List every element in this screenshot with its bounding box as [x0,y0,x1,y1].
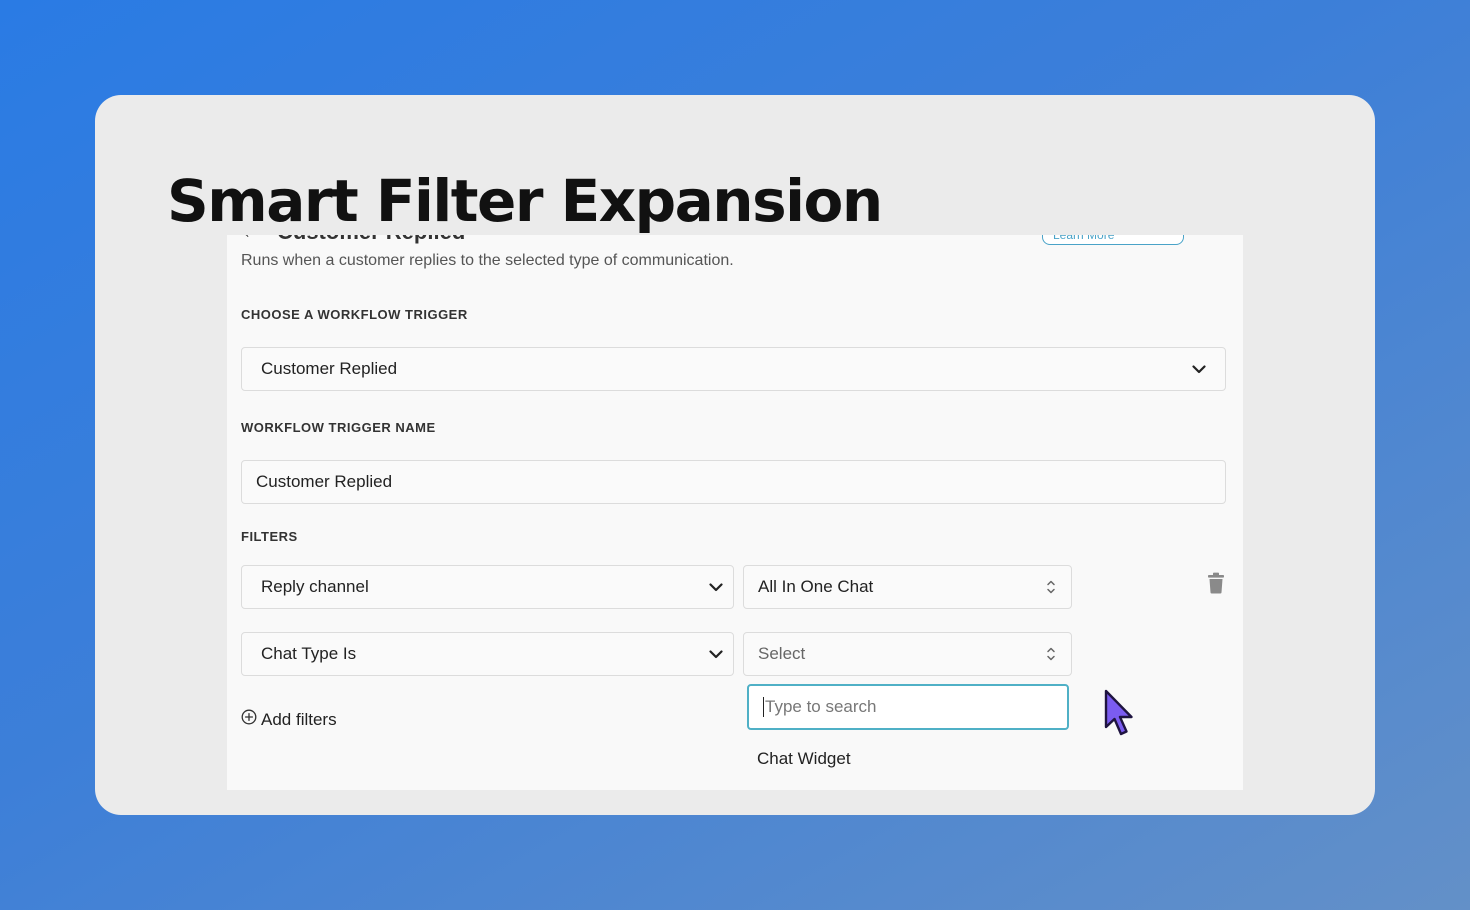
up-down-arrows-icon [1031,579,1071,595]
panel-header: ← Customer Replied Learn More × [227,235,1243,245]
chevron-down-icon [1173,364,1225,374]
dropdown-search[interactable] [747,684,1069,730]
add-filters-label: Add filters [261,709,337,729]
hero-card: Smart Filter Expansion ← Customer Replie… [95,95,1375,815]
hero-title: Smart Filter Expansion [167,167,883,235]
trigger-select[interactable]: Customer Replied [241,347,1226,391]
mouse-pointer-icon [1103,688,1135,745]
up-down-arrows-icon [1031,646,1071,662]
workflow-trigger-panel: ← Customer Replied Learn More × Runs whe… [227,235,1243,790]
search-input[interactable] [765,697,1055,717]
back-arrow-icon[interactable]: ← [241,235,261,244]
filter-value-select-reply-channel[interactable]: All In One Chat [743,565,1072,609]
add-filters-button[interactable]: Add filters [241,709,337,730]
filter-value: Select [758,644,806,663]
filter-value-select-chat-type[interactable]: Select [743,632,1072,676]
trash-icon[interactable] [1206,572,1226,599]
panel-title: Customer Replied [277,235,465,245]
panel-subtitle: Runs when a customer replies to the sele… [241,252,734,269]
trigger-label: CHOOSE A WORKFLOW TRIGGER [241,307,468,322]
text-caret [763,697,764,717]
close-icon[interactable]: × [1203,235,1212,241]
filter-field-value: Chat Type Is [261,644,357,663]
trigger-name-label: WORKFLOW TRIGGER NAME [241,420,436,435]
learn-more-button[interactable]: Learn More [1042,235,1184,245]
filters-label: FILTERS [241,529,298,544]
chevron-down-icon [699,649,733,659]
filter-value: All In One Chat [758,577,874,596]
filter-field-value: Reply channel [261,577,369,596]
filter-field-select-chat-type[interactable]: Chat Type Is [241,632,734,676]
filter-field-select-reply-channel[interactable]: Reply channel [241,565,734,609]
plus-circle-icon [241,709,257,730]
dropdown-option-chat-widget[interactable]: Chat Widget [757,749,851,769]
trigger-name-input[interactable]: Customer Replied [241,460,1226,504]
trigger-select-value: Customer Replied [261,359,398,378]
chevron-down-icon [699,582,733,592]
trigger-name-value: Customer Replied [256,472,393,491]
